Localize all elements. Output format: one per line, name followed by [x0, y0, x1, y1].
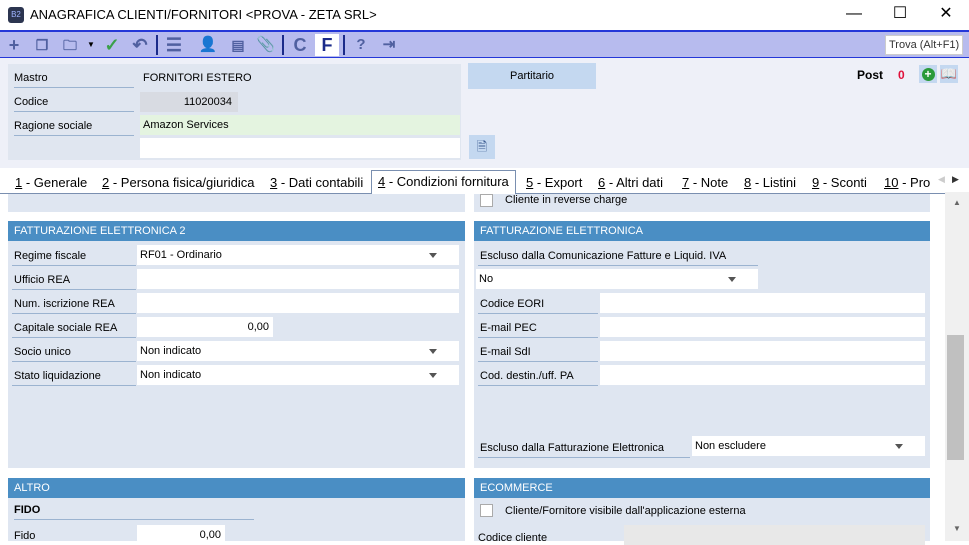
panel-title: FATTURAZIONE ELETTRONICA 2: [8, 221, 465, 241]
title-bar: B2 ANAGRAFICA CLIENTI/FORNITORI <PROVA -…: [0, 0, 969, 30]
toolbar: + ❐ 🗀 ▼ ✓ ↶ ☰ 👤 ▤ 📎 C F ? ⇥ Trova (Alt+F…: [0, 30, 969, 58]
fatturazione-elettronica-panel: FATTURAZIONE ELETTRONICA Escluso dalla C…: [474, 221, 930, 468]
tab-export[interactable]: 5 - Export: [520, 172, 588, 194]
codice-destinatario-input[interactable]: [600, 365, 925, 385]
top-strip-left: [8, 194, 465, 212]
email-pec-label: E-mail PEC: [478, 318, 598, 338]
tab-scroll-left-icon[interactable]: ◀: [938, 174, 945, 185]
stato-liquidazione-select[interactable]: Non indicato: [137, 365, 459, 385]
email-pec-input[interactable]: [600, 317, 925, 337]
save-check-icon[interactable]: ✓: [100, 34, 124, 56]
find-input[interactable]: Trova (Alt+F1): [885, 35, 963, 55]
exit-icon[interactable]: ⇥: [377, 34, 401, 56]
capitale-sociale-input[interactable]: 0,00: [137, 317, 273, 337]
post-count: 0: [898, 68, 905, 82]
codice-eori-label: Codice EORI: [478, 294, 598, 314]
menu-icon[interactable]: ☰: [162, 34, 186, 56]
escluso-comunicazione-select[interactable]: No: [476, 269, 758, 289]
codice-cliente-input[interactable]: [624, 525, 925, 545]
mastro-value: FORNITORI ESTERO: [143, 72, 252, 84]
tab-generale[interactable]: 1 - Generale: [9, 172, 93, 194]
tab-sconti[interactable]: 9 - Sconti: [806, 172, 873, 194]
escluso-comunicazione-label: Escluso dalla Comunicazione Fatture e Li…: [478, 246, 758, 266]
fornitori-button[interactable]: F: [315, 34, 339, 56]
tab-note[interactable]: 7 - Note: [676, 172, 734, 194]
book-icon[interactable]: 📖: [940, 65, 958, 83]
document-check-icon[interactable]: 🗎: [469, 135, 495, 159]
post-label: Post: [857, 68, 884, 82]
tab-persona[interactable]: 2 - Persona fisica/giuridica: [96, 172, 260, 194]
attachment-icon[interactable]: 📎: [254, 34, 278, 56]
tab-dati-contabili[interactable]: 3 - Dati contabili: [264, 172, 369, 194]
header-fields: Mastro FORNITORI ESTERO Codice 11020034 …: [8, 64, 461, 160]
visibile-esterna-checkbox[interactable]: [480, 504, 493, 517]
socio-unico-select[interactable]: Non indicato: [137, 341, 459, 361]
tab-scroll-right-icon[interactable]: ▶: [952, 174, 959, 185]
panel-title: ALTRO: [8, 478, 465, 498]
regime-fiscale-select[interactable]: RF01 - Ordinario: [137, 245, 459, 265]
escluso-fe-select[interactable]: Non escludere: [692, 436, 925, 456]
tab-bar: 1 - Generale 2 - Persona fisica/giuridic…: [0, 170, 959, 195]
clienti-button[interactable]: C: [288, 34, 312, 56]
close-button[interactable]: ✕: [923, 0, 969, 30]
ecommerce-panel: ECOMMERCE Cliente/Fornitore visibile dal…: [474, 478, 930, 545]
escluso-fe-label: Escluso dalla Fatturazione Elettronica: [478, 438, 690, 458]
scroll-down-icon[interactable]: ▼: [953, 524, 961, 533]
scrollbar-thumb[interactable]: [947, 335, 964, 460]
regime-fiscale-label: Regime fiscale: [12, 246, 136, 266]
panel-title: FATTURAZIONE ELETTRONICA: [474, 221, 930, 241]
ragione-sociale-field[interactable]: Amazon Services: [140, 115, 460, 135]
copy-icon[interactable]: ❐: [30, 34, 54, 56]
reverse-charge-checkbox[interactable]: [480, 194, 493, 207]
num-iscrizione-rea-input[interactable]: [137, 293, 459, 313]
app-logo-icon: B2: [8, 7, 24, 23]
email-sdi-label: E-mail SdI: [478, 342, 598, 362]
email-sdi-input[interactable]: [600, 341, 925, 361]
ragione-sociale-2-field[interactable]: [140, 138, 460, 158]
tab-altri-dati[interactable]: 6 - Altri dati: [592, 172, 669, 194]
add-post-icon[interactable]: +: [919, 65, 937, 83]
socio-unico-label: Socio unico: [12, 342, 136, 362]
fido-input[interactable]: 0,00: [137, 525, 225, 545]
top-strip-right: Cliente in reverse charge: [474, 194, 930, 212]
tab-listini[interactable]: 8 - Listini: [738, 172, 802, 194]
scroll-up-icon[interactable]: ▲: [953, 198, 961, 207]
num-iscrizione-rea-label: Num. iscrizione REA: [12, 294, 136, 314]
tab-condizioni-fornitura[interactable]: 4 - Condizioni fornitura: [371, 170, 516, 195]
visibile-esterna-label: Cliente/Fornitore visibile dall'applicaz…: [505, 505, 746, 517]
stato-liquidazione-label: Stato liquidazione: [12, 366, 136, 386]
altro-panel: ALTRO FIDO Fido 0,00: [8, 478, 465, 545]
undo-icon[interactable]: ↶: [128, 34, 152, 56]
tab-pro[interactable]: 10 - Pro: [878, 172, 936, 194]
fido-label: Fido: [14, 530, 36, 542]
codice-field[interactable]: 11020034: [140, 92, 238, 112]
partitario-button[interactable]: Partitario: [468, 63, 596, 89]
codice-destinatario-label: Cod. destin./uff. PA: [478, 366, 598, 386]
reverse-charge-label: Cliente in reverse charge: [505, 194, 628, 206]
ufficio-rea-input[interactable]: [137, 269, 459, 289]
capitale-sociale-label: Capitale sociale REA: [12, 318, 136, 338]
ufficio-rea-label: Ufficio REA: [12, 270, 136, 290]
panel-title: ECOMMERCE: [474, 478, 930, 498]
codice-eori-input[interactable]: [600, 293, 925, 313]
codice-cliente-label: Codice cliente: [478, 532, 548, 544]
help-icon[interactable]: ?: [349, 34, 373, 56]
contacts-icon[interactable]: 👤: [196, 34, 220, 56]
window-title: ANAGRAFICA CLIENTI/FORNITORI <PROVA - ZE…: [30, 7, 377, 22]
open-dropdown-icon[interactable]: ▼: [84, 34, 98, 56]
fatturazione-elettronica-2-panel: FATTURAZIONE ELETTRONICA 2 Regime fiscal…: [8, 221, 465, 468]
maximize-button[interactable]: ☐: [877, 0, 923, 30]
fido-heading: FIDO: [14, 504, 254, 520]
document-icon[interactable]: ▤: [226, 34, 250, 56]
minimize-button[interactable]: —: [831, 0, 877, 30]
ragione-sociale-label: Ragione sociale: [14, 116, 134, 136]
new-icon[interactable]: +: [2, 34, 26, 56]
open-folder-icon[interactable]: 🗀: [58, 34, 82, 56]
mastro-label: Mastro: [14, 68, 134, 88]
codice-label: Codice: [14, 92, 134, 112]
